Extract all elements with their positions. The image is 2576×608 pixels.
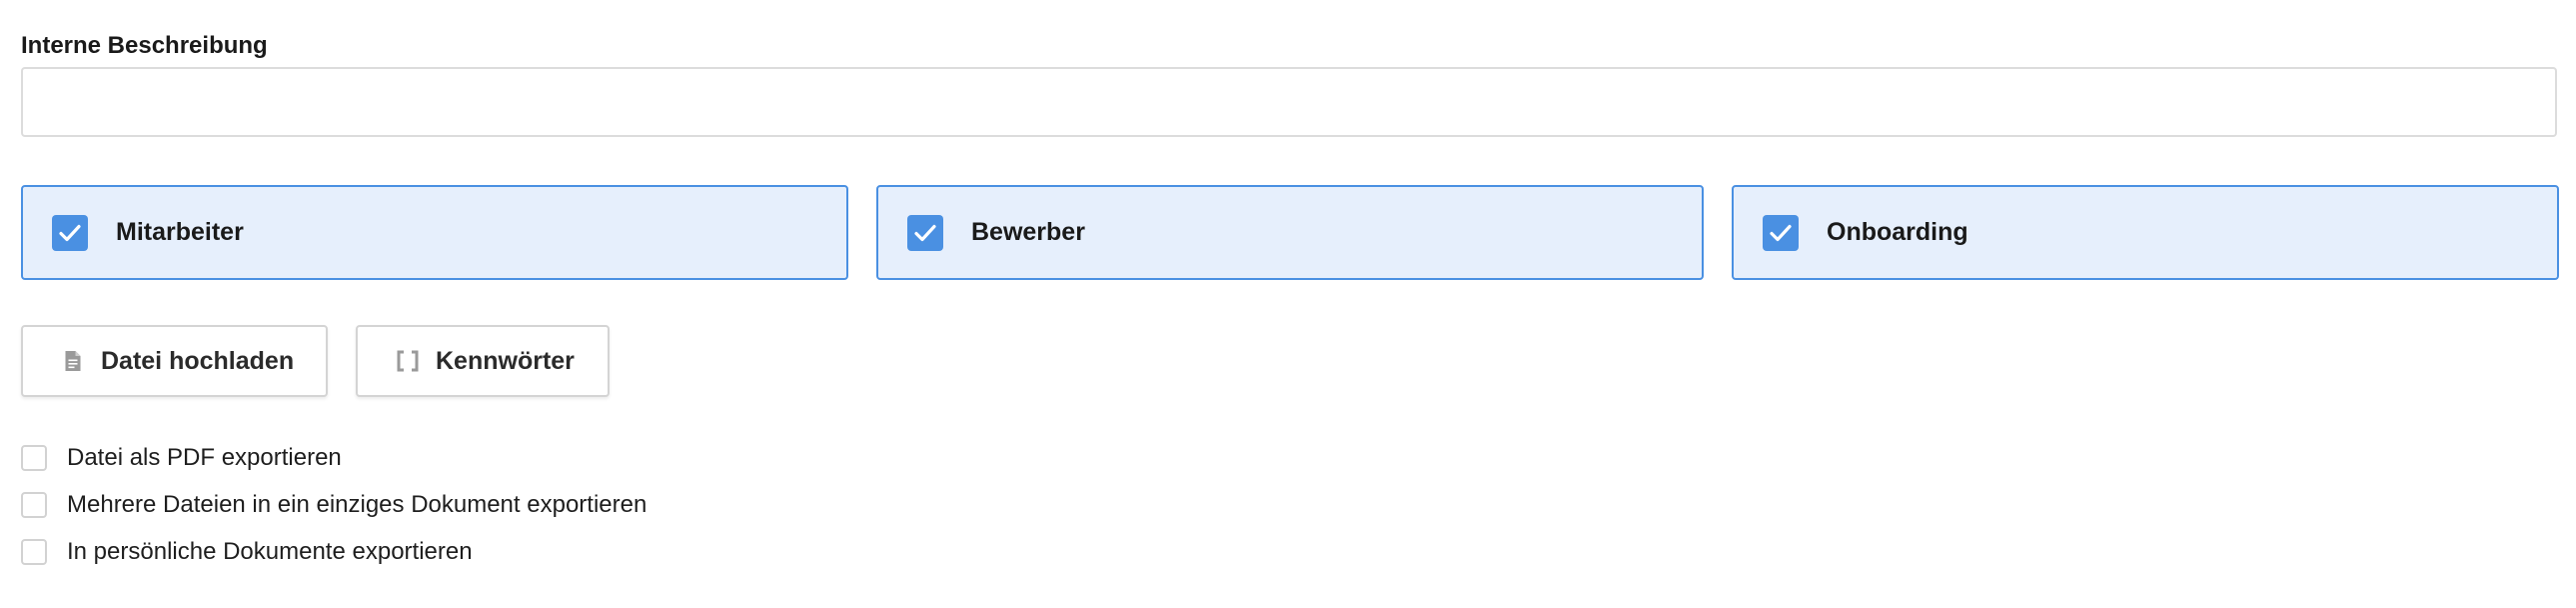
- tile-bewerber[interactable]: Bewerber: [876, 185, 1704, 280]
- document-icon: [61, 349, 85, 373]
- export-options: Datei als PDF exportieren Mehrere Dateie…: [21, 443, 646, 584]
- option-label: In persönliche Dokumente exportieren: [67, 538, 473, 565]
- description-label: Interne Beschreibung: [21, 32, 268, 59]
- tile-label: Bewerber: [971, 218, 1085, 246]
- tile-onboarding[interactable]: Onboarding: [1732, 185, 2559, 280]
- keywords-button[interactable]: Kennwörter: [356, 325, 610, 397]
- action-buttons: Datei hochladen Kennwörter: [21, 325, 610, 397]
- description-input[interactable]: [21, 67, 2557, 137]
- checkbox-unchecked[interactable]: [21, 539, 47, 565]
- category-tiles: Mitarbeiter Bewerber Onboarding: [21, 185, 2559, 280]
- option-merge-documents[interactable]: Mehrere Dateien in ein einziges Dokument…: [21, 490, 646, 520]
- tile-mitarbeiter[interactable]: Mitarbeiter: [21, 185, 848, 280]
- option-label: Mehrere Dateien in ein einziges Dokument…: [67, 491, 647, 518]
- upload-file-label: Datei hochladen: [101, 346, 295, 375]
- tile-label: Onboarding: [1827, 218, 1968, 246]
- checkbox-checked-icon[interactable]: [1763, 214, 1799, 251]
- tile-label: Mitarbeiter: [116, 218, 244, 246]
- upload-file-button[interactable]: Datei hochladen: [21, 325, 328, 397]
- keywords-label: Kennwörter: [436, 346, 575, 375]
- option-export-pdf[interactable]: Datei als PDF exportieren: [21, 443, 646, 473]
- checkbox-checked-icon[interactable]: [907, 214, 943, 251]
- checkbox-unchecked[interactable]: [21, 492, 47, 518]
- option-label: Datei als PDF exportieren: [67, 444, 342, 471]
- brackets-icon: [396, 349, 420, 373]
- checkbox-unchecked[interactable]: [21, 445, 47, 471]
- checkbox-checked-icon[interactable]: [52, 214, 88, 251]
- option-export-personal[interactable]: In persönliche Dokumente exportieren: [21, 537, 646, 567]
